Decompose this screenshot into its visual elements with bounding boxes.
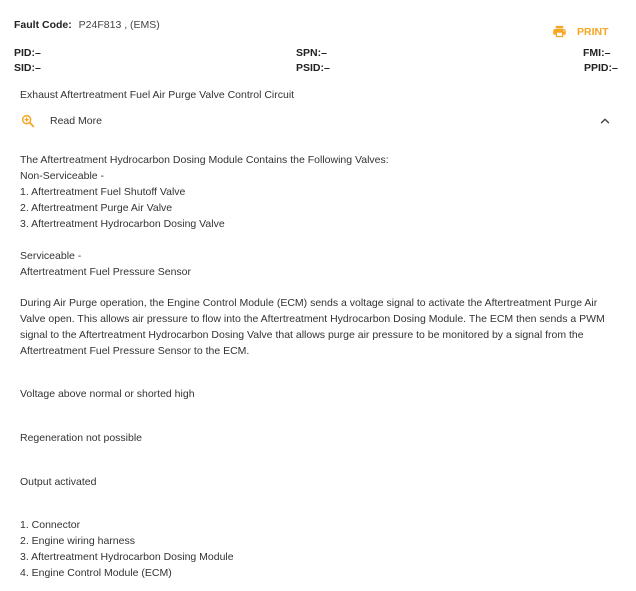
list-item: 4. Engine Control Module (ECM) <box>20 567 172 579</box>
zoom-in-icon <box>21 114 35 128</box>
fault-code-label: Fault Code: <box>14 19 72 31</box>
print-button[interactable]: PRINT <box>552 24 609 39</box>
list-item: 3. Aftertreatment Hydrocarbon Dosing Mod… <box>20 551 234 563</box>
pid-field: PID:– <box>14 47 41 59</box>
print-label: PRINT <box>577 25 609 38</box>
fault-code: Fault Code: P24F813 , (EMS) <box>14 19 160 31</box>
fault-code-value: P24F813 , (EMS) <box>78 19 160 31</box>
fmi-field: FMI:– <box>583 47 611 59</box>
fault-title: Exhaust Aftertreatment Fuel Air Purge Va… <box>20 89 295 101</box>
list-item: 1. Connector <box>20 519 81 531</box>
printer-icon <box>553 25 566 38</box>
list-item: Aftertreatment Fuel Pressure Sensor <box>20 266 191 278</box>
serviceable-heading: Serviceable - <box>20 250 82 262</box>
sid-field: SID:– <box>14 62 41 74</box>
chevron-up-icon[interactable] <box>598 114 612 128</box>
components-list: 1. Connector 2. Engine wiring harness 3.… <box>20 517 610 581</box>
operation-paragraph: During Air Purge operation, the Engine C… <box>20 295 610 359</box>
read-more-toggle[interactable]: Read More <box>20 113 102 129</box>
spn-field: SPN:– <box>296 47 327 59</box>
effect-text: Regeneration not possible <box>20 432 143 444</box>
list-item: 2. Engine wiring harness <box>20 535 135 547</box>
paragraph-line: Valve open. This allows air pressure to … <box>20 313 605 325</box>
condition-text: Voltage above normal or shorted high <box>20 388 195 400</box>
list-item: 1. Aftertreatment Fuel Shutoff Valve <box>20 186 186 198</box>
paragraph-line: During Air Purge operation, the Engine C… <box>20 297 598 309</box>
list-item: 2. Aftertreatment Purge Air Valve <box>20 202 173 214</box>
list-item: 3. Aftertreatment Hydrocarbon Dosing Val… <box>20 218 225 230</box>
non-serviceable-heading: Non-Serviceable - <box>20 170 105 182</box>
paragraph-line: Aftertreatment Fuel Pressure Sensor to t… <box>20 345 250 357</box>
valves-intro: The Aftertreatment Hydrocarbon Dosing Mo… <box>20 154 389 166</box>
paragraph-line: signal to the Aftertreatment Hydrocarbon… <box>20 329 584 341</box>
psid-field: PSID:– <box>296 62 330 74</box>
ppid-field: PPID:– <box>584 62 618 74</box>
serviceable-section: Serviceable - Aftertreatment Fuel Pressu… <box>20 248 610 280</box>
read-more-label: Read More <box>50 115 102 127</box>
output-text: Output activated <box>20 476 97 488</box>
valves-section: The Aftertreatment Hydrocarbon Dosing Mo… <box>20 152 610 232</box>
